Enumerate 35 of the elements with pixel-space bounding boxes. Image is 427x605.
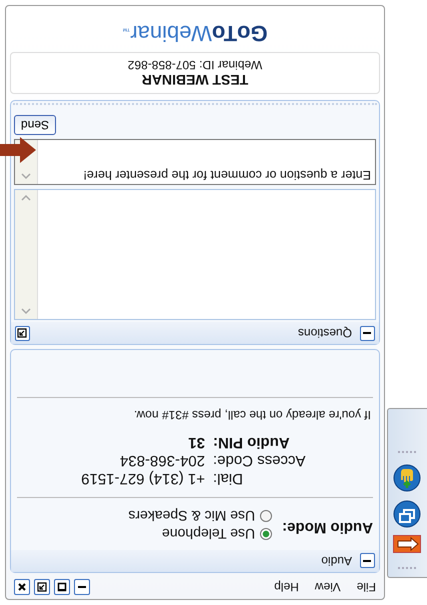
windows-button[interactable]	[392, 499, 422, 529]
popout-icon	[18, 328, 28, 338]
menu-item[interactable]: File	[356, 580, 376, 594]
collapse-button[interactable]	[360, 326, 375, 341]
audio-mode-label: Audio Mode:	[282, 519, 373, 536]
send-button[interactable]: Send	[14, 114, 56, 135]
close-button[interactable]	[14, 579, 30, 595]
webinar-title: TEST WEBINAR	[142, 72, 248, 88]
close-icon	[17, 582, 27, 592]
dial-number: 31	[188, 434, 205, 451]
minimize-button[interactable]	[74, 579, 90, 595]
menu-item[interactable]: View	[314, 580, 341, 594]
dial-label: Dial:	[213, 470, 244, 487]
webinar-id: Webinar ID: 507-858-862	[128, 58, 262, 72]
popout-button[interactable]	[34, 579, 50, 595]
logo: GoTo Webinar $^{™}$	[121, 20, 269, 48]
maximize-icon	[57, 582, 67, 592]
popout-button[interactable]	[15, 326, 30, 341]
dial-label: Audio PIN:	[213, 434, 291, 451]
section-title: Audio	[321, 554, 352, 568]
section-title: Questions	[298, 326, 352, 340]
popout-icon	[37, 582, 47, 592]
collapse-button[interactable]	[360, 554, 375, 568]
radio-option[interactable]: Use Telephone	[128, 526, 272, 542]
minus-icon	[364, 557, 372, 565]
maximize-button[interactable]	[54, 579, 70, 595]
dial-number: +1 (314) 627-1519	[81, 470, 205, 487]
audio-note: If you're already on the call, press #31# now.	[132, 407, 372, 424]
radio-option[interactable]: Use Mic & Speakers	[128, 508, 272, 524]
dial-number: 204-368-834	[120, 452, 205, 469]
raise-hand-button[interactable]	[392, 463, 422, 493]
menu-item[interactable]: Help	[274, 580, 299, 594]
dial-label: Access Code:	[213, 452, 307, 469]
back-arrow-button[interactable]	[394, 535, 422, 553]
annotation-arrow	[0, 137, 36, 163]
